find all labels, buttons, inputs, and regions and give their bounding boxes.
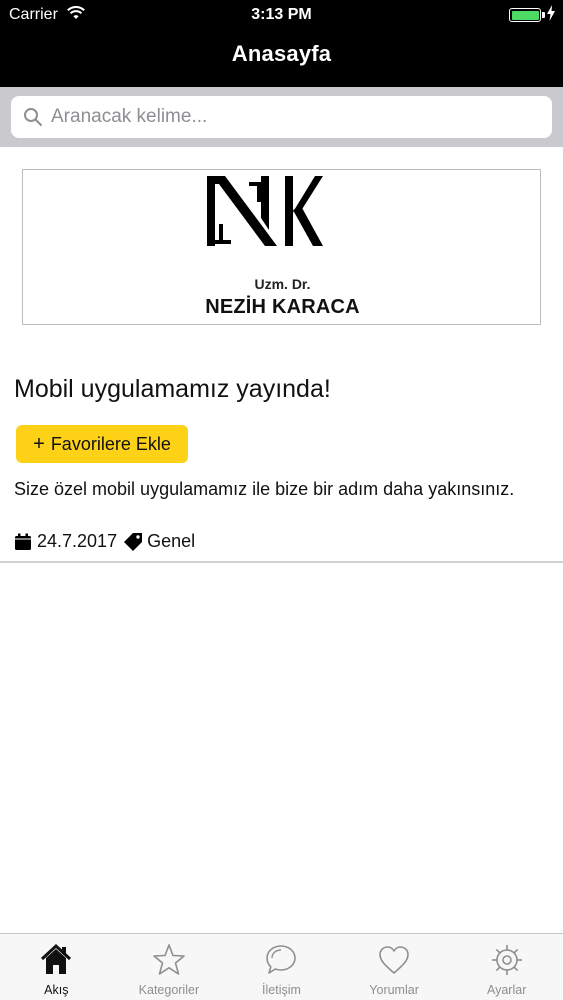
logo-subtitle: Uzm. Dr. xyxy=(254,276,311,292)
star-icon xyxy=(153,944,185,975)
tab-kategoriler[interactable]: Kategoriler xyxy=(113,934,226,1000)
tab-bar: Akış Kategoriler İletişim Yorumlar Ayarl… xyxy=(0,933,563,1000)
post-image[interactable]: Uzm. Dr. NEZİH KARACA xyxy=(22,169,541,325)
add-to-favorites-label: Favorilere Ekle xyxy=(50,433,171,454)
tab-label: Yorumlar xyxy=(369,983,419,997)
search-icon xyxy=(23,107,43,127)
nk-logo-mark-icon xyxy=(207,176,323,246)
tag-icon xyxy=(124,532,143,551)
top-bar: Carrier 3:13 PM Anasayfa xyxy=(0,0,563,87)
add-to-favorites-button[interactable]: + Favorilere Ekle xyxy=(16,425,188,463)
tab-label: Ayarlar xyxy=(486,983,527,997)
page-title: Anasayfa xyxy=(231,41,332,66)
tab-akis[interactable]: Akış xyxy=(0,934,113,1000)
tab-ayarlar[interactable]: Ayarlar xyxy=(450,934,563,1000)
search-input[interactable] xyxy=(51,96,541,138)
post-title[interactable]: Mobil uygulamamız yayında! xyxy=(14,375,331,404)
card-divider xyxy=(0,561,563,563)
post-category[interactable]: Genel xyxy=(147,531,195,552)
tab-label: Kategoriler xyxy=(138,983,200,997)
home-icon xyxy=(41,943,72,974)
heart-icon xyxy=(379,946,409,974)
battery-tip xyxy=(542,12,545,18)
post-meta: 24.7.2017 Genel xyxy=(14,531,195,552)
search-field-container[interactable] xyxy=(11,96,552,138)
gear-icon xyxy=(491,945,522,975)
plus-icon: + xyxy=(33,432,45,455)
status-bar: Carrier 3:13 PM xyxy=(0,0,563,30)
tab-label: Akış xyxy=(44,983,69,997)
tab-yorumlar[interactable]: Yorumlar xyxy=(338,934,451,1000)
logo-name: NEZİH KARACA xyxy=(205,296,360,318)
tab-iletisim[interactable]: İletişim xyxy=(225,934,338,1000)
calendar-icon xyxy=(15,533,31,550)
post-date: 24.7.2017 xyxy=(37,531,118,551)
battery-icon xyxy=(509,8,541,22)
charging-bolt-icon xyxy=(547,5,555,24)
status-time: 3:13 PM xyxy=(251,6,312,23)
tab-label: İletişim xyxy=(262,983,301,997)
chat-bubble-icon xyxy=(266,945,297,974)
battery-level xyxy=(511,10,539,20)
post-body: Size özel mobil uygulamamız ile bize bir… xyxy=(14,479,515,499)
search-bar xyxy=(0,87,563,147)
